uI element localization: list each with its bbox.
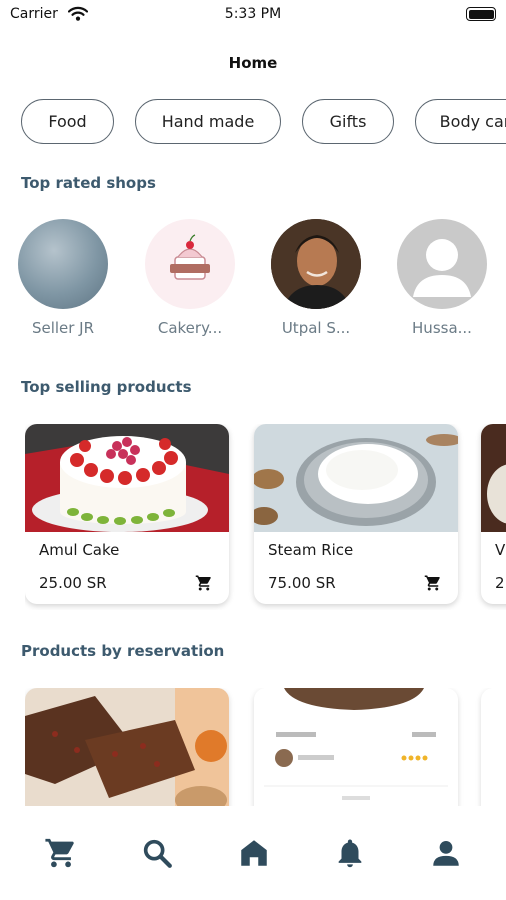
- shop-item[interactable]: Hussa...: [387, 219, 497, 337]
- section-title-products-by-reservation: Products by reservation: [21, 642, 225, 660]
- shops-row: Seller JR Cakery... Utpal S... Hussa...: [0, 219, 506, 339]
- shop-avatar: [18, 219, 108, 309]
- product-image: [254, 424, 458, 532]
- home-icon[interactable]: [237, 836, 271, 870]
- product-card[interactable]: Steam Rice 75.00 SR: [254, 424, 458, 604]
- cart-icon[interactable]: [44, 836, 78, 870]
- shop-avatar: [271, 219, 361, 309]
- status-bar: Carrier 5:33 PM: [0, 0, 506, 30]
- chip-body-care[interactable]: Body car: [415, 99, 506, 144]
- search-icon[interactable]: [140, 836, 174, 870]
- cake-shop-logo-icon: [170, 234, 210, 280]
- shop-name: Hussa...: [412, 319, 472, 337]
- profile-icon[interactable]: [429, 836, 463, 870]
- chip-hand-made[interactable]: Hand made: [135, 99, 281, 144]
- section-title-top-selling-products: Top selling products: [21, 378, 192, 396]
- default-person-icon: [413, 239, 471, 297]
- chip-food[interactable]: Food: [21, 99, 114, 144]
- product-name: V: [495, 541, 506, 559]
- bell-icon[interactable]: [333, 836, 367, 870]
- shop-name: Seller JR: [31, 319, 95, 337]
- product-card[interactable]: V 2: [481, 424, 506, 604]
- category-chips: Food Hand made Gifts Body car: [21, 99, 506, 145]
- shop-name: Cakery...: [157, 319, 223, 337]
- product-name: Steam Rice: [268, 541, 354, 559]
- product-price: 2: [495, 574, 505, 592]
- chip-gifts[interactable]: Gifts: [302, 99, 394, 144]
- product-name: Amul Cake: [39, 541, 120, 559]
- reservation-row: [25, 688, 506, 806]
- reservation-image: [254, 688, 458, 806]
- top-selling-row: Amul Cake 25.00 SR Steam Rice 75.00 SR V…: [25, 424, 506, 610]
- shop-name: Utpal S...: [281, 319, 351, 337]
- shop-avatar: [145, 219, 235, 309]
- bottom-tab-bar: [0, 806, 506, 900]
- product-card[interactable]: Amul Cake 25.00 SR: [25, 424, 229, 604]
- add-to-cart-icon[interactable]: [195, 574, 213, 592]
- product-price: 75.00 SR: [268, 574, 336, 592]
- product-image: [25, 424, 229, 532]
- product-image: [481, 424, 506, 532]
- shop-item[interactable]: Cakery...: [135, 219, 245, 337]
- reservation-image: [25, 688, 229, 806]
- reservation-card[interactable]: [254, 688, 458, 806]
- section-title-top-rated-shops: Top rated shops: [21, 174, 156, 192]
- page-title: Home: [228, 54, 278, 72]
- reservation-card[interactable]: [481, 688, 506, 806]
- add-to-cart-icon[interactable]: [424, 574, 442, 592]
- clock: 5:33 PM: [224, 6, 282, 22]
- shop-item[interactable]: Utpal S...: [261, 219, 371, 337]
- product-price: 25.00 SR: [39, 574, 107, 592]
- reservation-card[interactable]: [25, 688, 229, 806]
- battery-icon: [466, 7, 496, 21]
- shop-avatar: [397, 219, 487, 309]
- shop-item[interactable]: Seller JR: [8, 219, 118, 337]
